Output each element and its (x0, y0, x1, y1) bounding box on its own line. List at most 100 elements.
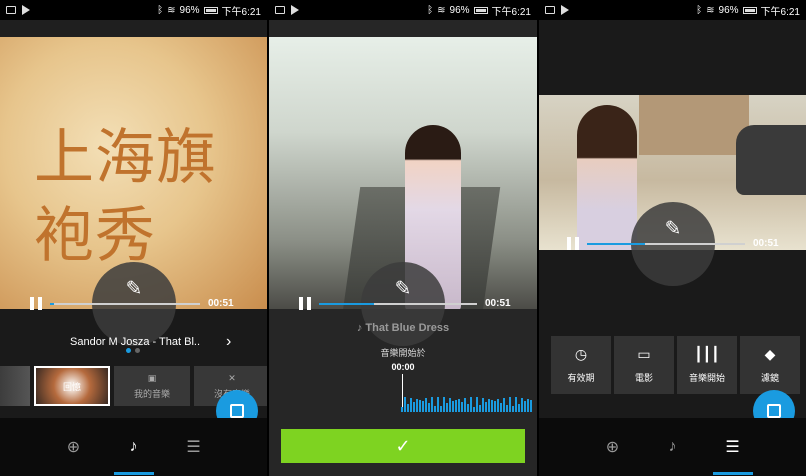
setting-label: 電影 (634, 373, 653, 383)
setting-label: 音樂開始 (688, 373, 725, 383)
waveform-bar (509, 397, 511, 412)
waveform-bar (458, 399, 460, 412)
pause-button[interactable] (299, 297, 311, 310)
waveform-bar (476, 397, 478, 412)
nav-music[interactable]: ♪ (113, 432, 154, 475)
library-icon: ▣ (147, 372, 157, 383)
page-indicator (126, 348, 140, 353)
nav-add-media[interactable]: ⊕ (59, 432, 89, 462)
add-media-icon: ⊕ (66, 439, 81, 456)
pause-button[interactable] (567, 237, 579, 250)
waveform-bar (461, 401, 463, 412)
setting-duration[interactable]: ◷ 有效期 (551, 336, 611, 394)
bottom-nav: ⊕ ♪ ☰ (539, 418, 806, 476)
waveform-bar (467, 404, 469, 412)
nav-settings[interactable]: ☰ (179, 432, 209, 462)
music-start-time: 00:00 (391, 362, 415, 372)
waveform-bar (506, 405, 508, 412)
waveform-bar (407, 404, 409, 412)
waveform-bar (452, 401, 454, 412)
waveform-bar (455, 399, 457, 412)
bluetooth-icon: ᛒ (427, 4, 434, 16)
clock-icon: ◷ (574, 346, 588, 362)
mute-icon: ✕ (228, 372, 236, 383)
bluetooth-icon: ᛒ (157, 4, 164, 16)
waveform-bar (443, 397, 445, 412)
setting-label: 濾鏡 (760, 373, 779, 383)
waveform-bar (521, 398, 523, 412)
next-arrow-icon[interactable]: › (226, 333, 231, 351)
music-thumb-my-music[interactable]: ▣ 我的音樂 (114, 366, 190, 406)
image-icon (545, 6, 555, 14)
waveform-bar (527, 399, 529, 412)
bluetooth-icon: ᛒ (696, 4, 703, 16)
battery-percent: 96% (718, 4, 739, 16)
battery-percent: 96% (449, 4, 470, 16)
save-icon (767, 404, 781, 418)
duration-label: 00:51 (208, 298, 234, 309)
waveform-bar (464, 397, 466, 412)
music-track-label: Sandor M Josza - That Bl.. (70, 336, 201, 348)
clock-time: 下午6:21 (491, 6, 531, 18)
battery-icon (742, 6, 757, 14)
music-note-icon: ♪ (668, 438, 677, 455)
playback-bar: 00:51 (299, 297, 529, 310)
screen-settings: ᛒ ≋ 96% 下午6:21 ✎ 00:51 ◷ 有效期 ▭ 電影 ┃┃┃ 音樂… (539, 0, 806, 476)
playback-bar: 00:51 (567, 237, 797, 250)
waveform-bar (431, 397, 433, 412)
setting-movie[interactable]: ▭ 電影 (614, 336, 674, 394)
music-thumb-memories[interactable]: 回憶 (34, 366, 110, 406)
waveform-bar (470, 397, 472, 412)
battery-icon (473, 6, 488, 14)
seek-track[interactable] (50, 302, 200, 305)
settings-row: ◷ 有效期 ▭ 電影 ┃┃┃ 音樂開始 ◆ 濾鏡 (551, 336, 800, 394)
status-bar: ᛒ ≋ 96% 下午6:21 (539, 0, 806, 20)
waveform-bar (401, 407, 403, 412)
waveform-bar (479, 404, 481, 412)
setting-filter[interactable]: ◆ 濾鏡 (740, 336, 800, 394)
nav-add-media[interactable]: ⊕ (598, 432, 628, 462)
screen-music-select: ᛒ ≋ 96% 下午6:21 上海旗袍秀 ✎ 00:51 Sandor M Jo… (0, 0, 267, 476)
film-icon: ▭ (637, 346, 651, 362)
pause-button[interactable] (30, 297, 42, 310)
waveform-bar (428, 403, 430, 412)
setting-label: 有效期 (567, 373, 595, 383)
waveform-icon: ┃┃┃ (694, 346, 720, 362)
check-icon: ✓ (395, 435, 411, 456)
filter-icon: ◆ (764, 346, 776, 362)
audio-waveform[interactable] (401, 392, 537, 412)
sliders-icon: ☰ (725, 439, 740, 456)
play-store-icon (291, 5, 299, 15)
bottom-nav: ⊕ ♪ ☰ (0, 418, 267, 476)
video-title-overlay: 上海旗袍秀 (34, 123, 217, 271)
song-name: ♪ That Blue Dress (356, 322, 450, 334)
thumb-label: 我的音樂 (133, 388, 170, 399)
battery-percent: 96% (179, 4, 200, 16)
waveform-bar (446, 403, 448, 412)
waveform-bar (485, 402, 487, 412)
play-store-icon (561, 5, 569, 15)
nav-settings[interactable]: ☰ (712, 432, 753, 475)
waveform-bar (491, 400, 493, 412)
waveform-bar (488, 398, 490, 412)
waveform-bar (419, 400, 421, 412)
status-bar: ᛒ ≋ 96% 下午6:21 (269, 0, 537, 20)
playback-bar: 00:51 (30, 297, 250, 310)
music-thumb[interactable] (0, 366, 30, 406)
waveform-bar (494, 400, 496, 412)
confirm-button[interactable]: ✓ (281, 429, 525, 463)
waveform-bar (497, 398, 499, 412)
waveform-bar (404, 397, 406, 412)
waveform-bar (524, 401, 526, 412)
nav-music[interactable]: ♪ (658, 432, 688, 462)
thumb-label: 回憶 (62, 381, 81, 392)
music-note-icon: ♪ (129, 438, 138, 455)
seek-track[interactable] (587, 242, 745, 245)
seek-track[interactable] (319, 302, 477, 305)
waveform-bar (449, 398, 451, 412)
page-dot (126, 348, 131, 353)
setting-music-start[interactable]: ┃┃┃ 音樂開始 (677, 336, 737, 394)
waveform-bar (434, 405, 436, 412)
battery-icon (203, 6, 218, 14)
wifi-icon: ≋ (167, 4, 176, 16)
